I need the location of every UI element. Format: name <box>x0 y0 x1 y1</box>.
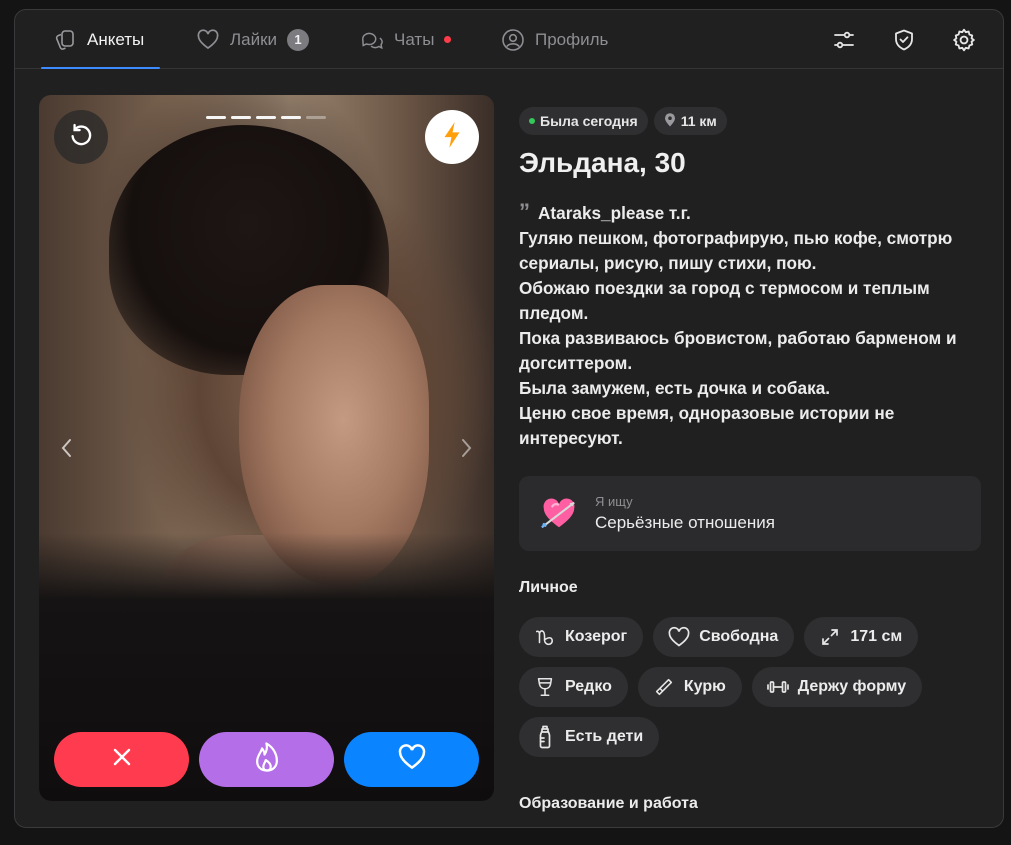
online-status-text: Была сегодня <box>540 113 638 129</box>
prev-photo-arrow[interactable] <box>55 435 79 465</box>
profile-photo[interactable] <box>39 95 494 801</box>
looking-for-text: Я ищу Серьёзные отношения <box>595 494 775 533</box>
profile-bio: ” Ataraks_please т.г. Гуляю пешком, фотогр… <box>519 201 981 451</box>
settings-gear-icon[interactable] <box>951 27 977 53</box>
looking-for-label: Я ищу <box>595 494 633 509</box>
bio-line: Была замужем, есть дочка и собака. <box>519 376 981 401</box>
profile-name: Эльдана, 30 <box>519 147 686 178</box>
heart-icon <box>196 28 220 52</box>
photo-progress-segment <box>306 116 326 119</box>
bio-line: ” Ataraks_please т.г. <box>519 201 981 226</box>
cards-icon <box>53 28 77 52</box>
heart-icon <box>397 743 427 776</box>
tag-label: Курю <box>683 678 726 695</box>
looking-for-value: Серьёзные отношения <box>595 513 775 532</box>
heart-outline-icon <box>667 625 691 649</box>
tab-likes[interactable]: Лайки 1 <box>196 10 310 69</box>
chevron-left-icon <box>60 437 74 464</box>
boost-button[interactable] <box>425 110 479 164</box>
cigarette-icon <box>652 675 676 699</box>
shield-check-icon[interactable] <box>891 27 917 53</box>
tag-label: Есть дети <box>565 728 644 745</box>
undo-icon <box>67 121 95 154</box>
likes-count-badge: 1 <box>287 28 310 51</box>
tag-label: Свободна <box>699 628 779 645</box>
distance-text: 11 км <box>680 113 717 129</box>
tag-label: Козерог <box>565 628 628 645</box>
dislike-button[interactable] <box>54 732 189 787</box>
tag-sport: Держу форму <box>751 667 923 707</box>
bio-line-text: Обожаю поездки за город с термосом и теп… <box>519 278 935 323</box>
dumbbell-icon <box>766 675 790 699</box>
bio-line: Гуляю пешком, фотографирую, пью кофе, см… <box>519 226 981 276</box>
online-dot <box>529 118 535 124</box>
profile-icon <box>501 28 525 52</box>
tag-label: 171 см <box>850 628 903 645</box>
top-navigation: Анкеты Лайки 1 Чаты Профиль <box>15 10 1003 69</box>
heart-arrow-icon <box>539 494 579 534</box>
close-icon <box>110 745 134 774</box>
swipe-actions <box>54 732 479 787</box>
status-row: Была сегодня 11 км <box>519 107 981 135</box>
online-status-badge: Была сегодня <box>519 107 648 135</box>
tag-zodiac: Козерог <box>519 617 644 657</box>
capricorn-icon <box>533 625 557 649</box>
unread-dot <box>444 36 452 43</box>
photo-progress-segment <box>281 116 301 119</box>
tab-chats[interactable]: Чаты <box>360 10 452 69</box>
bio-line: Пока развиваюсь бровистом, работаю барме… <box>519 326 981 376</box>
tag-kids: Есть дети <box>519 717 660 757</box>
boost-lightning-icon <box>439 120 465 155</box>
tab-profile[interactable]: Профиль <box>501 10 608 69</box>
personal-tags: Козерог Свободна 171 см Редко Курю Держу… <box>519 617 981 757</box>
filters-icon[interactable] <box>831 27 857 53</box>
active-tab-indicator <box>41 67 160 69</box>
personal-section-title: Личное <box>519 579 578 596</box>
tag-smoking: Курю <box>637 667 742 707</box>
looking-for-card: Я ищу Серьёзные отношения <box>519 476 981 551</box>
photo-progress-indicator <box>206 116 326 119</box>
tag-label: Держу форму <box>797 678 907 695</box>
next-photo-arrow[interactable] <box>454 435 478 465</box>
height-arrows-icon <box>818 625 842 649</box>
education-section-title: Образование и работа <box>519 795 698 812</box>
photo-progress-segment <box>256 116 276 119</box>
bio-line-text: Была замужем, есть дочка и собака. <box>519 378 831 398</box>
chevron-right-icon <box>459 437 473 464</box>
tab-profiles[interactable]: Анкеты <box>53 10 144 69</box>
bio-line: Обожаю поездки за город с термосом и теп… <box>519 276 981 326</box>
like-button[interactable] <box>344 732 479 787</box>
chats-icon <box>360 28 384 52</box>
flame-icon <box>252 741 282 778</box>
superlike-button[interactable] <box>199 732 334 787</box>
bio-line-text: Пока развиваюсь бровистом, работаю барме… <box>519 328 962 373</box>
tab-label: Лайки <box>230 29 278 49</box>
quote-icon: ” <box>519 199 530 224</box>
tag-alcohol: Редко <box>519 667 628 707</box>
bio-line-text: Ataraks_please т.г. <box>538 203 691 223</box>
baby-bottle-icon <box>533 725 557 749</box>
profile-info: Была сегодня 11 км Эльдана, 30 ” Ataraks_… <box>519 107 981 813</box>
tag-relationship: Свободна <box>653 617 795 657</box>
tag-height: 171 см <box>804 617 919 657</box>
tab-label: Профиль <box>535 29 609 49</box>
bio-line-text: Ценю свое время, одноразовые истории не … <box>519 403 900 448</box>
photo-progress-segment <box>206 116 226 119</box>
tab-label: Чаты <box>394 29 435 49</box>
wine-glass-icon <box>533 675 557 699</box>
distance-badge: 11 км <box>653 107 727 135</box>
location-pin-icon <box>664 112 676 130</box>
tag-label: Редко <box>565 678 612 695</box>
photo-progress-segment <box>231 116 251 119</box>
undo-button[interactable] <box>54 110 108 164</box>
app-window: Анкеты Лайки 1 Чаты Профиль Была сегодня… <box>14 9 1004 828</box>
bio-line-text: Гуляю пешком, фотографирую, пью кофе, см… <box>519 228 958 273</box>
tab-label: Анкеты <box>87 29 145 49</box>
bio-line: Ценю свое время, одноразовые истории не … <box>519 401 981 451</box>
